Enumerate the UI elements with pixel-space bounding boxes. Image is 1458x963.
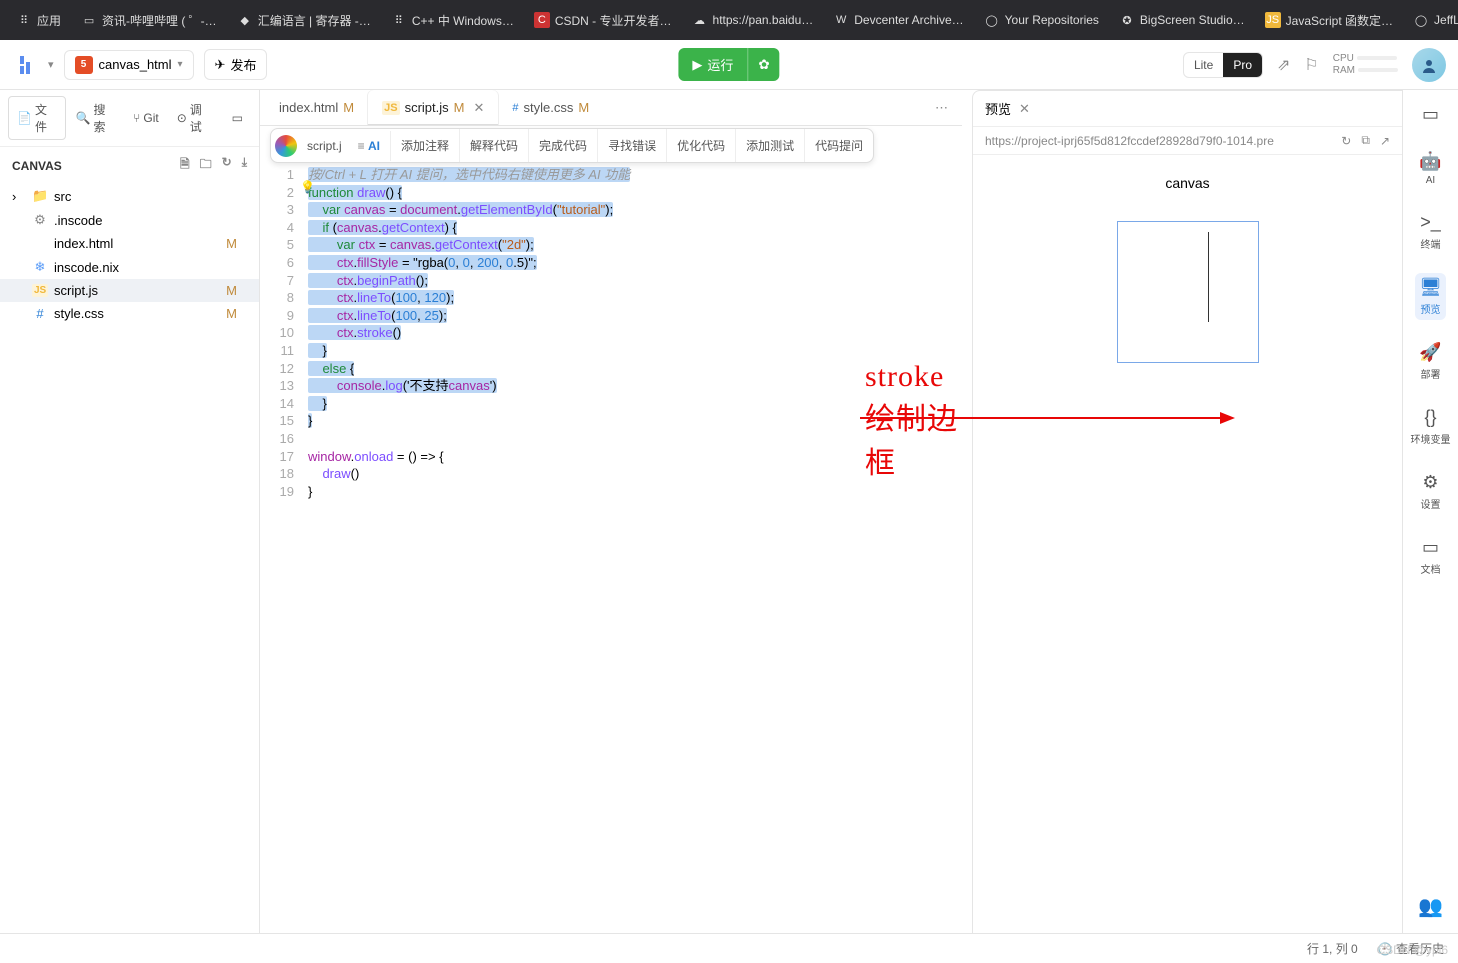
bookmark-item[interactable]: ▭资讯-哔哩哔哩 ( ゜-… [75, 8, 223, 33]
plan-pro[interactable]: Pro [1223, 53, 1262, 77]
play-icon: ▶ [692, 57, 702, 73]
sidebar-layout-icon[interactable]: ▭ [224, 107, 251, 129]
new-folder-icon[interactable]: 🗀 [200, 155, 212, 176]
publish-button[interactable]: ✈ 发布 [204, 49, 268, 80]
rail-item[interactable]: 🚀部署 [1415, 338, 1445, 385]
file-item[interactable]: index.htmlM [0, 232, 259, 255]
file-item[interactable]: #style.cssM [0, 302, 259, 325]
app-logo[interactable] [12, 52, 38, 78]
open-new-icon[interactable]: ⧉ [1361, 133, 1370, 148]
editor-tab[interactable]: JSscript.js M✕ [368, 90, 498, 125]
file-item[interactable]: ›📁src [0, 184, 259, 208]
bookmark-item[interactable]: ◆汇编语言 | 寄存器 -… [231, 8, 377, 33]
bookmark-item[interactable]: ◯JeffLi… [1407, 8, 1458, 32]
ai-action[interactable]: 完成代码 [529, 129, 598, 162]
bookmark-item[interactable]: ⠿C++ 中 Windows… [385, 8, 520, 33]
rail-item[interactable]: {}环境变量 [1407, 403, 1455, 450]
editor-tab[interactable]: #style.css M [498, 90, 603, 125]
ai-label[interactable]: ≡ AI [348, 131, 391, 161]
bookmark-item[interactable]: JSJavaScript 函数定… [1259, 8, 1399, 33]
rail-item[interactable]: ▭文档 [1417, 533, 1445, 580]
rail-item[interactable]: 🤖AI [1415, 147, 1445, 190]
sidebar-tab-git[interactable]: ⑂Git [125, 107, 167, 129]
close-icon[interactable]: ✕ [473, 100, 484, 116]
sidebar-tab-files[interactable]: 📄文件 [8, 96, 66, 140]
project-selector[interactable]: 5 canvas_html ▾ [64, 50, 194, 80]
cursor-position: 行 1, 列 0 [1307, 940, 1358, 957]
run-settings-button[interactable]: ✿ [747, 48, 779, 81]
annotation-arrow [860, 408, 1240, 428]
ai-action[interactable]: 寻找错误 [598, 129, 667, 162]
preview-body: canvas [973, 155, 1402, 933]
plan-toggle[interactable]: Lite Pro [1183, 52, 1263, 78]
editor-tab[interactable]: index.html M [260, 90, 368, 125]
project-header: CANVAS 🗎 🗀 ↻ ⤓ [0, 147, 259, 184]
editor-tabs: index.html MJSscript.js M✕#style.css M ⋯ [260, 90, 962, 126]
close-icon[interactable]: ✕ [1019, 101, 1030, 117]
refresh-icon[interactable]: ↻ [222, 155, 232, 176]
project-name: canvas_html [99, 57, 172, 72]
rail-item[interactable]: 🖥预览 [1415, 273, 1446, 320]
ai-action[interactable]: 优化代码 [667, 129, 736, 162]
preview-panel: 预览 ✕ https://project-iprj65f5d812fccdef2… [972, 90, 1402, 933]
new-file-icon[interactable]: 🗎 [180, 155, 190, 176]
rail-item[interactable]: >_终端 [1416, 208, 1445, 255]
canvas-label: canvas [1165, 175, 1209, 191]
sidebar-tab-search[interactable]: 🔍搜索 [68, 97, 124, 139]
plan-lite[interactable]: Lite [1184, 53, 1223, 77]
avatar[interactable] [1412, 48, 1446, 82]
line-gutter: 12345678910111213141516171819 [260, 162, 302, 933]
bookmark-item[interactable]: ☁https://pan.baidu… [686, 8, 820, 32]
external-icon[interactable]: ↗ [1380, 134, 1390, 148]
sidebar-tab-debug[interactable]: ⊙调试 [169, 97, 220, 139]
download-icon[interactable]: ⤓ [242, 155, 247, 176]
run-button[interactable]: ▶ 运行 [678, 48, 747, 81]
html5-icon: 5 [75, 56, 93, 74]
main-toolbar: ▾ 5 canvas_html ▾ ✈ 发布 ▶ 运行 ✿ Lite Pro ⇗… [0, 40, 1458, 90]
reload-icon[interactable]: ↻ [1341, 134, 1351, 148]
publish-icon: ✈ [215, 57, 226, 73]
rail-item[interactable]: ▭ [1418, 100, 1443, 129]
bookmark-bar: ⠿应用 ▭资讯-哔哩哔哩 ( ゜-… ◆汇编语言 | 寄存器 -… ⠿C++ 中 Wi… [0, 0, 1458, 40]
file-item[interactable]: ❄inscode.nix [0, 255, 259, 279]
ai-file-label: script.j [301, 131, 348, 161]
right-rail: ▭ 🤖AI >_终端 🖥预览 🚀部署 {}环境变量 ⚙设置 ▭文档 👥 [1402, 90, 1458, 933]
resource-meter: CPU RAM [1333, 53, 1398, 77]
sidebar: 📄文件 🔍搜索 ⑂Git ⊙调试 ▭ CANVAS 🗎 🗀 ↻ ⤓ ›📁src⚙… [0, 90, 260, 933]
color-palette-icon[interactable] [275, 135, 297, 157]
code-area[interactable]: 按/Ctrl + L 打开 AI 提问，选中代码右键使用更多 AI 功能func… [302, 162, 962, 933]
canvas-output [1117, 221, 1259, 363]
bookmark-item[interactable]: ◯Your Repositories [978, 8, 1105, 32]
bookmark-item[interactable]: ✪BigScreen Studio… [1113, 8, 1251, 32]
bookmark-item[interactable]: ⠿应用 [10, 8, 67, 33]
status-bar: 行 1, 列 0 🕘 查看历史 [0, 933, 1458, 963]
tab-overflow[interactable]: ⋯ [921, 100, 962, 116]
watermark: CSDN @ypl6 [1376, 943, 1448, 957]
bookmark-item[interactable]: CCSDN - 专业开发者… [528, 8, 678, 33]
canvas-stroke-line [1208, 232, 1209, 322]
file-item[interactable]: ⚙.inscode [0, 208, 259, 232]
ai-toolbar: script.j ≡ AI 添加注释解释代码完成代码寻找错误优化代码添加测试代码… [270, 128, 874, 163]
bookmark-item[interactable]: WDevcenter Archive… [827, 8, 969, 32]
ai-action[interactable]: 添加注释 [391, 129, 460, 162]
chevron-down-icon[interactable]: ▾ [48, 58, 54, 71]
gear-icon: ✿ [758, 57, 769, 72]
file-tree: ›📁src⚙.inscodeindex.htmlM❄inscode.nixJSs… [0, 184, 259, 325]
rail-item[interactable]: ⚙设置 [1417, 468, 1445, 515]
file-item[interactable]: JSscript.jsM [0, 279, 259, 302]
preview-url: https://project-iprj65f5d812fccdef28928d… [985, 134, 1331, 148]
editor: index.html MJSscript.js M✕#style.css M⋯ … [260, 90, 962, 933]
ai-action[interactable]: 解释代码 [460, 129, 529, 162]
ai-action[interactable]: 代码提问 [805, 129, 873, 162]
chevron-down-icon: ▾ [178, 59, 183, 70]
preview-title: 预览 [985, 99, 1011, 118]
bell-icon[interactable]: ⚐ [1304, 55, 1318, 75]
rocket-icon[interactable]: ⇗ [1277, 55, 1290, 75]
team-icon[interactable]: 👥 [1418, 894, 1443, 919]
ai-action[interactable]: 添加测试 [736, 129, 805, 162]
